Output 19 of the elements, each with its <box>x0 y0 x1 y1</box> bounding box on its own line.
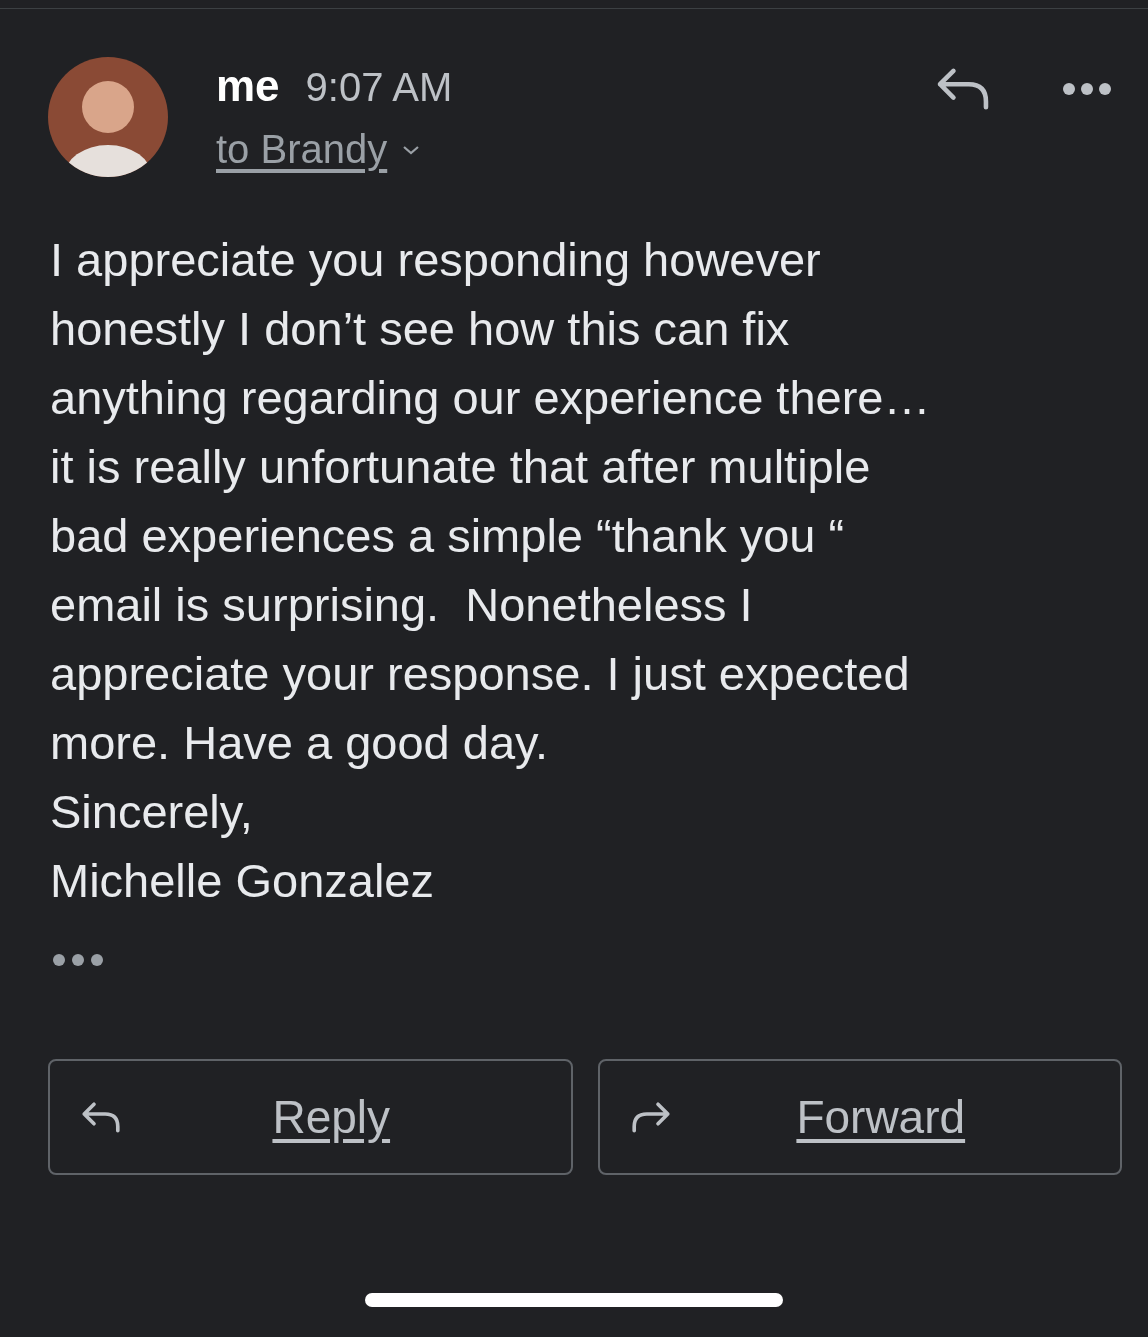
message-line: I appreciate you responding however <box>50 232 822 288</box>
message-line: Sincerely, <box>50 784 254 840</box>
forward-icon <box>629 1100 672 1134</box>
more-icon[interactable] <box>1062 82 1112 96</box>
message-line: honestly I don’t see how this can fix <box>50 301 791 357</box>
reply-icon <box>80 1100 122 1134</box>
recipient-link[interactable]: to Brandy <box>216 127 886 172</box>
forward-button[interactable]: Forward <box>597 1059 1122 1175</box>
message-line: email is surprising. Nonetheless I <box>50 577 754 633</box>
sender-name: me <box>216 61 280 111</box>
message-line: appreciate your response. I just expected <box>50 646 911 702</box>
message-line: anything regarding our experience there… <box>50 370 932 426</box>
message-line: bad experiences a simple “thank you “ <box>50 508 846 564</box>
reply-button[interactable]: Reply <box>48 1059 573 1175</box>
message-line: more. Have a good day. <box>50 715 550 771</box>
sent-time: 9:07 AM <box>305 65 453 110</box>
message-line: Michelle Gonzalez <box>50 853 435 909</box>
message-line: it is really unfortunate that after multiple <box>50 439 872 495</box>
show-trimmed-icon[interactable] <box>52 953 104 967</box>
